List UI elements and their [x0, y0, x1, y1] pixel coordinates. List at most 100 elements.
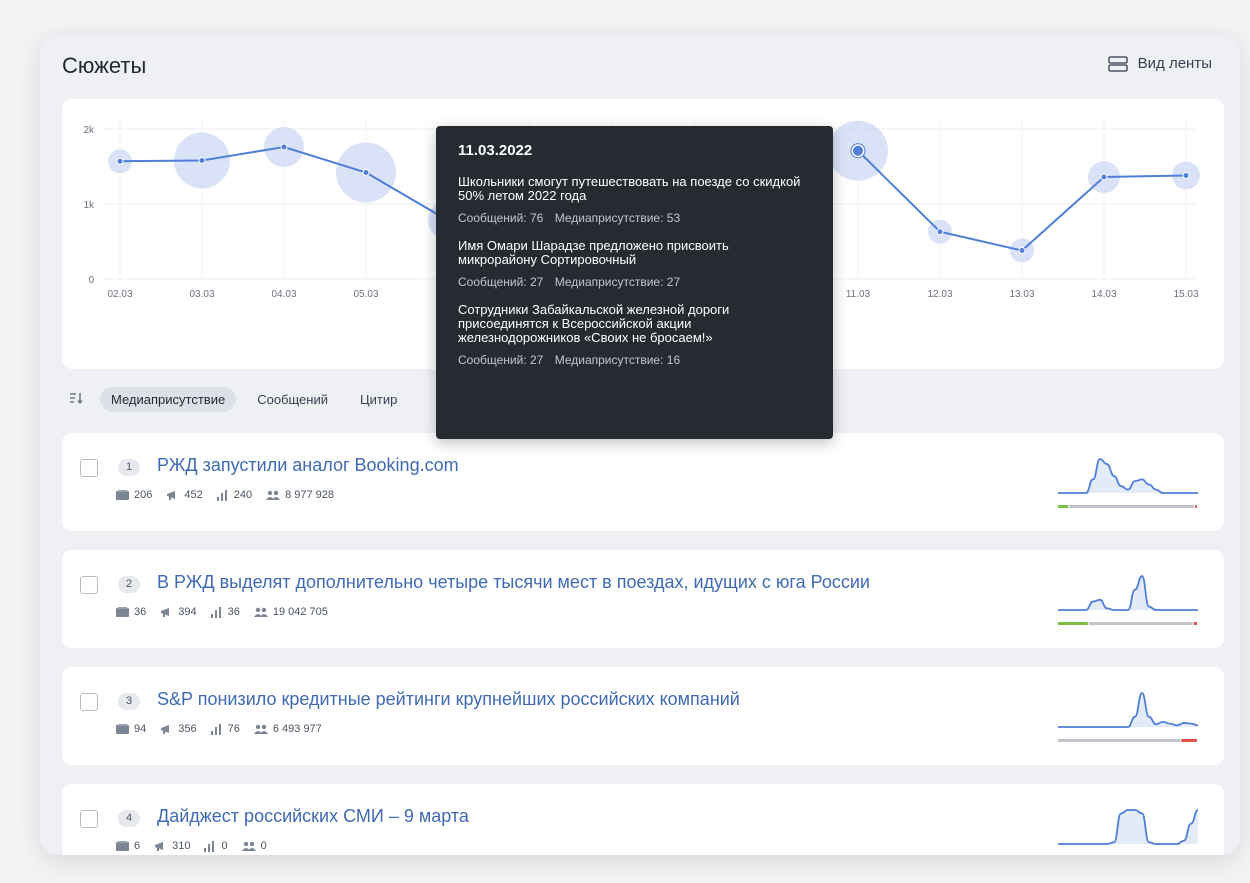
x-tick-label: 14.03: [1091, 289, 1116, 300]
x-tick-label: 02.03: [107, 289, 132, 300]
tooltip-item-media: Медиаприсутствие: 53: [554, 211, 681, 225]
story-checkbox[interactable]: [80, 576, 98, 594]
x-tick-label: 11.03: [846, 289, 871, 300]
story-checkbox[interactable]: [80, 459, 98, 477]
megaphone-icon: [154, 841, 167, 852]
stat-reposts: 394: [160, 606, 197, 618]
audience-icon: [253, 724, 268, 734]
sentiment-segment: [1058, 505, 1069, 508]
story-number-badge: 4: [118, 810, 140, 827]
stat-messages-value: 94: [134, 723, 147, 735]
sparkline-area: [1058, 576, 1198, 610]
data-point: [1182, 172, 1190, 179]
story-card[interactable]: 1 РЖД запустили аналог Booking.com 206 452 2…: [62, 433, 1224, 531]
sentiment-segment: [1058, 622, 1088, 625]
data-point: [936, 228, 944, 236]
y-tick-label: 1k: [83, 200, 95, 211]
chart-tooltip: 11.03.2022 Школьники смогут путешествова…: [436, 126, 833, 439]
story-sparkline: [1058, 692, 1199, 742]
sparkline-line: [1058, 458, 1198, 494]
story-checkbox[interactable]: [80, 810, 98, 828]
sort-option-messages[interactable]: Сообщений: [246, 387, 339, 412]
story-card[interactable]: 3 S&P понизило кредитные рейтинги крупней…: [62, 667, 1224, 765]
tooltip-item-meta: Сообщений: 27 Медиаприсутствие: 16: [458, 353, 811, 367]
story-number-badge: 3: [118, 693, 140, 710]
stat-citations: 76: [210, 723, 240, 735]
page-title: Сюжеты: [62, 53, 147, 78]
stat-citations-value: 36: [227, 606, 240, 618]
story-sparkline: [1058, 575, 1198, 625]
story-checkbox[interactable]: [80, 693, 98, 711]
story-stats: 94 356 76 6 493 977: [116, 723, 322, 735]
sort-option-media[interactable]: Медиаприсутствие: [100, 386, 237, 412]
tooltip-item: Имя Омари Шарадзе предложено присвоить м…: [458, 238, 811, 290]
story-title-link[interactable]: РЖД запустили аналог Booking.com: [157, 455, 459, 476]
messages-icon: [116, 841, 129, 851]
tooltip-item-meta: Сообщений: 27 Медиаприсутствие: 27: [458, 275, 811, 289]
sort-icon[interactable]: [62, 392, 90, 407]
sentiment-segment: [1195, 505, 1197, 508]
audience-icon: [241, 841, 256, 851]
stat-reposts: 310: [154, 840, 190, 852]
bar-chart-icon: [210, 606, 223, 618]
messages-icon: [116, 490, 129, 500]
sort-option-citations[interactable]: Цитир: [349, 387, 408, 412]
sentiment-segment: [1058, 739, 1181, 742]
story-sparkline: [1058, 809, 1199, 845]
data-point: [362, 169, 370, 176]
tooltip-item: Школьники смогут путешествовать на поезд…: [458, 175, 811, 226]
story-stats: 36 394 36 19 042 705: [116, 606, 328, 618]
data-point: [1100, 173, 1108, 181]
sparkline-area: [1058, 810, 1198, 844]
x-tick-label: 12.03: [927, 289, 952, 300]
data-point: [280, 143, 288, 151]
audience-icon: [253, 607, 268, 617]
sparkline-line: [1058, 575, 1198, 611]
bar-chart-icon: [210, 723, 223, 735]
view-toggle-button[interactable]: Вид ленты: [1107, 55, 1212, 72]
story-card[interactable]: 2 В РЖД выделят дополнительно четыре тыся…: [62, 550, 1224, 648]
tooltip-item-media: Медиаприсутствие: 16: [554, 353, 681, 367]
story-title-link[interactable]: S&P понизило кредитные рейтинги крупнейш…: [157, 689, 740, 710]
bar-chart-icon: [216, 489, 229, 501]
stat-audience: 19 042 705: [253, 606, 328, 618]
megaphone-icon: [160, 724, 173, 735]
stat-messages-value: 6: [134, 840, 141, 852]
view-toggle-label: Вид ленты: [1137, 55, 1212, 72]
x-tick-label: 05.03: [353, 289, 378, 300]
stat-citations: 240: [216, 489, 253, 501]
stat-reposts-value: 452: [184, 489, 203, 501]
stat-audience: 8 977 928: [266, 489, 334, 501]
story-stats: 206 452 240 8 977 928: [116, 489, 334, 501]
sentiment-segment: [1069, 505, 1195, 508]
story-number-badge: 2: [118, 576, 140, 593]
tooltip-item-media: Медиаприсутствие: 27: [554, 275, 681, 289]
story-title-link[interactable]: Дайджест российских СМИ – 9 марта: [157, 806, 469, 827]
stat-citations-value: 240: [233, 489, 253, 501]
stat-audience-value: 0: [260, 840, 267, 852]
x-tick-label: 13.03: [1009, 289, 1034, 300]
tooltip-item-title: Имя Омари Шарадзе предложено присвоить м…: [458, 238, 729, 267]
stat-messages: 36: [116, 606, 146, 618]
stat-citations-value: 76: [227, 723, 240, 735]
stat-reposts-value: 394: [178, 606, 197, 618]
story-sparkline: [1058, 458, 1198, 508]
tooltip-item-meta: Сообщений: 76 Медиаприсутствие: 53: [458, 211, 811, 225]
stat-messages-value: 36: [134, 606, 147, 618]
tooltip-item-messages: Сообщений: 76: [458, 211, 544, 225]
x-tick-label: 04.03: [271, 289, 296, 300]
megaphone-icon: [160, 607, 173, 618]
stat-messages: 6: [116, 840, 140, 852]
stat-citations-value: 0: [221, 840, 228, 852]
megaphone-icon: [166, 490, 179, 501]
tooltip-item: Сотрудники Забайкальской железной дороги…: [458, 303, 811, 368]
y-tick-label: 0: [88, 275, 94, 286]
story-title-link[interactable]: В РЖД выделят дополнительно четыре тысяч…: [157, 572, 870, 593]
story-card[interactable]: 4 Дайджест российских СМИ – 9 марта 6 310 0 0: [62, 784, 1224, 855]
x-tick-label: 03.03: [189, 289, 214, 300]
stat-messages: 206: [116, 489, 152, 501]
stat-citations: 36: [210, 606, 240, 618]
sort-row: Медиаприсутствие Сообщений Цитир: [62, 385, 408, 413]
sparkline-area: [1058, 693, 1198, 727]
stat-audience-value: 8 977 928: [285, 489, 335, 501]
